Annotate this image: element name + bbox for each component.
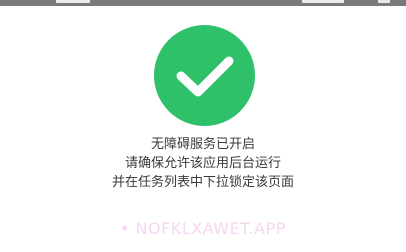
- status-bar-indicators: [302, 0, 344, 3]
- message-line-service-enabled: 无障碍服务已开启: [150, 137, 255, 152]
- message-line-lock-page: 并在任务列表中下拉锁定该页面: [111, 175, 294, 190]
- status-bar-time: [56, 0, 90, 3]
- success-badge: [154, 25, 255, 126]
- status-message: 无障碍服务已开启 请确保允许该应用后台运行 并在任务列表中下拉锁定该页面: [0, 135, 406, 192]
- watermark-text: • NOFKLXAWET.APP: [120, 219, 286, 238]
- status-bar: [0, 0, 406, 6]
- message-line-allow-background: 请确保允许该应用后台运行: [124, 156, 281, 171]
- checkmark-icon: [176, 56, 234, 97]
- battery-icon: [378, 0, 390, 3]
